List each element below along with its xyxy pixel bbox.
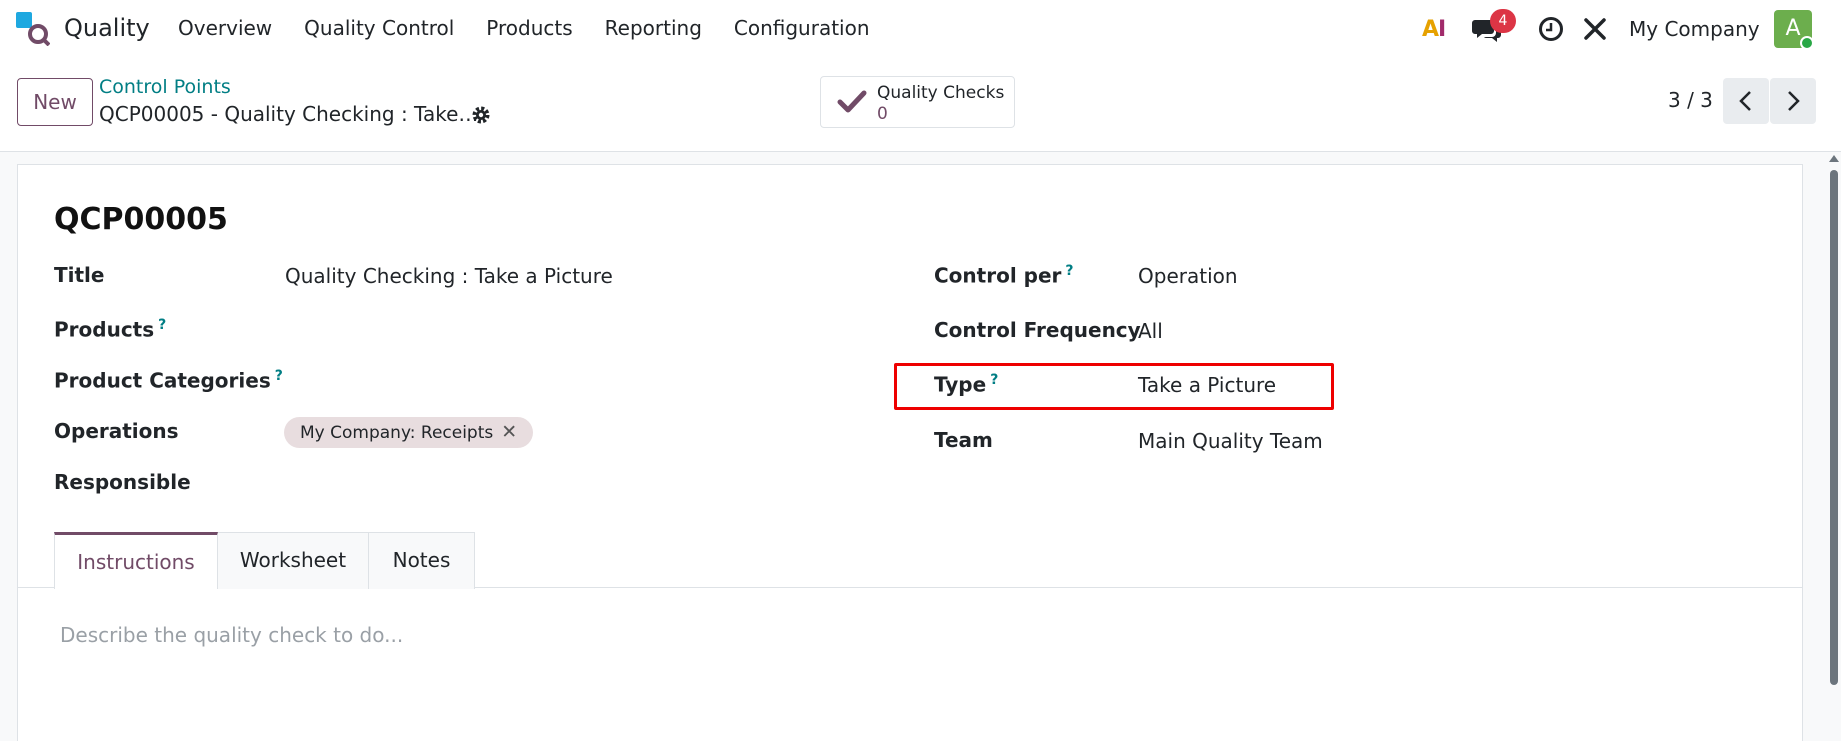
team-label: Team	[934, 428, 993, 452]
team-field[interactable]: Main Quality Team	[1138, 429, 1323, 453]
control-per-label: Control per?	[934, 263, 1074, 288]
menu-products[interactable]: Products	[486, 16, 572, 40]
product-categories-label: Product Categories?	[54, 368, 283, 393]
products-label: Products?	[54, 317, 166, 342]
control-per-field[interactable]: Operation	[1138, 264, 1238, 288]
menu-quality-control[interactable]: Quality Control	[304, 16, 454, 40]
control-per-label-text: Control per	[934, 263, 1062, 288]
operations-tag[interactable]: My Company: Receipts ✕	[284, 417, 534, 448]
company-switcher[interactable]: My Company	[1629, 17, 1760, 41]
tab-instructions[interactable]: Instructions	[54, 532, 218, 589]
chevron-right-icon	[1788, 91, 1800, 111]
online-status-dot	[1800, 36, 1814, 50]
checkmark-icon	[837, 90, 867, 113]
ai-icon[interactable]: AI	[1422, 17, 1446, 42]
chevron-left-icon	[1739, 91, 1751, 111]
help-tooltip-icon[interactable]: ?	[1065, 263, 1073, 279]
smart-button-count: 0	[877, 104, 888, 124]
operations-tag-label: My Company: Receipts	[300, 423, 494, 443]
smart-button-label: Quality Checks	[877, 83, 1005, 103]
form-sheet	[17, 164, 1803, 741]
control-frequency-label: Control Frequency	[934, 318, 1141, 342]
products-label-text: Products	[54, 317, 155, 342]
product-categories-label-text: Product Categories	[54, 368, 271, 393]
tools-icon[interactable]	[1582, 16, 1608, 42]
tab-notes[interactable]: Notes	[368, 532, 475, 589]
title-field[interactable]: Quality Checking : Take a Picture	[285, 264, 613, 288]
menu-reporting[interactable]: Reporting	[605, 16, 702, 40]
scroll-up-arrow-icon[interactable]	[1829, 155, 1839, 162]
instructions-placeholder[interactable]: Describe the quality check to do...	[60, 623, 403, 647]
top-navbar: Quality Overview Quality Control Product…	[0, 0, 1841, 58]
control-panel: New Control Points QCP00005 - Quality Ch…	[0, 58, 1841, 152]
scrollbar-thumb[interactable]	[1830, 170, 1838, 685]
record-name: QCP00005	[54, 202, 228, 237]
type-highlight-box	[894, 363, 1334, 410]
menu-configuration[interactable]: Configuration	[734, 16, 870, 40]
main-menu: Overview Quality Control Products Report…	[178, 16, 902, 40]
control-frequency-field[interactable]: All	[1138, 319, 1163, 343]
pager-value[interactable]: 3 / 3	[1668, 88, 1713, 112]
breadcrumb[interactable]: Control Points	[99, 76, 231, 98]
product-categories-field[interactable]	[285, 369, 785, 395]
responsible-field[interactable]	[285, 471, 785, 497]
tab-worksheet[interactable]: Worksheet	[217, 532, 369, 589]
quality-checks-smart-button[interactable]: Quality Checks 0	[820, 76, 1015, 128]
new-button[interactable]: New	[17, 78, 93, 126]
products-field[interactable]	[285, 318, 785, 344]
quality-app-logo-icon[interactable]	[16, 12, 50, 46]
pager-previous-button[interactable]	[1723, 78, 1769, 124]
record-title: QCP00005 - Quality Checking : Take…	[99, 102, 479, 126]
remove-tag-close-icon[interactable]: ✕	[501, 421, 517, 443]
responsible-label: Responsible	[54, 470, 191, 494]
messages-count-badge: 4	[1490, 9, 1516, 33]
title-label: Title	[54, 263, 105, 287]
gear-icon[interactable]	[470, 104, 492, 126]
help-tooltip-icon[interactable]: ?	[275, 368, 283, 384]
operations-label: Operations	[54, 419, 179, 443]
app-name[interactable]: Quality	[64, 14, 150, 42]
menu-overview[interactable]: Overview	[178, 16, 272, 40]
help-tooltip-icon[interactable]: ?	[158, 317, 166, 333]
activity-clock-icon[interactable]	[1538, 16, 1564, 42]
pager-next-button[interactable]	[1770, 78, 1816, 124]
